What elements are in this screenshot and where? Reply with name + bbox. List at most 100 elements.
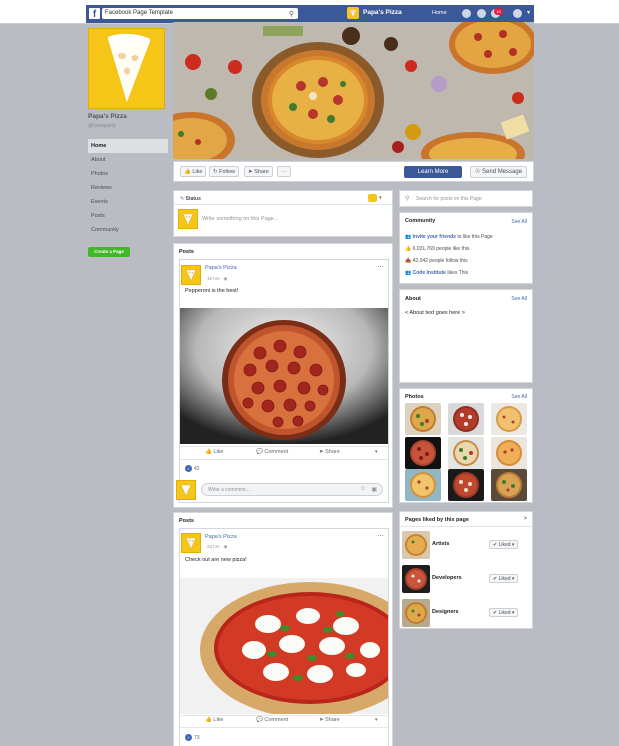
follows-count: 42,042 people follow this xyxy=(412,258,468,264)
post-2-likes-count[interactable]: 73 xyxy=(194,735,200,741)
account-menu-chevron-icon[interactable]: ▾ xyxy=(527,9,530,16)
notification-badge: 10 xyxy=(494,8,503,15)
developers-thumb[interactable] xyxy=(402,565,430,593)
follow-icon: ↻ xyxy=(213,169,218,175)
post-2-share-icon: ➤ xyxy=(319,717,324,723)
post-1-avatar[interactable] xyxy=(181,265,201,285)
photo-thumb-3[interactable] xyxy=(491,403,527,435)
post-2-share-button[interactable]: ➤ Share xyxy=(319,717,340,723)
sticker-icon[interactable]: ▣ xyxy=(371,486,377,493)
photo-thumb-4[interactable] xyxy=(405,437,441,469)
profile-shortcut[interactable]: Papa's Pizza xyxy=(347,7,402,19)
developers-name[interactable]: Developers xyxy=(432,575,462,581)
post-1-author[interactable]: Papa's Pizza xyxy=(205,265,237,271)
post-1-like-button[interactable]: 👍 Like xyxy=(205,449,223,455)
post-2-time[interactable]: 23 hrs · ◉ xyxy=(207,544,227,550)
post-1-like-label: Like xyxy=(213,449,224,455)
post-2-like-button[interactable]: 👍 Like xyxy=(205,717,223,723)
post-2-reaction-icon[interactable]: ✓ xyxy=(185,734,192,741)
post-2-options-icon[interactable]: ⋯ xyxy=(377,532,384,540)
nav-reviews[interactable]: Reviews xyxy=(88,181,168,195)
identity-chevron-icon[interactable]: ▾ xyxy=(379,195,382,201)
post-1-options-icon[interactable]: ⋯ xyxy=(377,263,384,271)
status-tab[interactable]: ✎ Status xyxy=(180,196,201,202)
post-2-time-text: 23 hrs xyxy=(207,544,220,549)
nav-photos[interactable]: Photos xyxy=(88,167,168,181)
photo-thumb-1[interactable] xyxy=(405,403,441,435)
post-1-reaction-icon[interactable]: ✓ xyxy=(185,465,192,472)
designers-thumb[interactable] xyxy=(402,599,430,627)
photo-thumb-5[interactable] xyxy=(448,437,484,469)
search-posts-input[interactable]: Search for posts on this Page xyxy=(416,196,482,202)
nav-home[interactable]: Home xyxy=(88,139,168,153)
global-search-value: Facebook Page Template xyxy=(105,10,173,16)
cover-photo[interactable] xyxy=(173,22,534,159)
designers-liked-button[interactable]: ✔ Liked ▾ xyxy=(489,608,519,617)
send-message-button[interactable]: ☉ Send Message xyxy=(470,166,527,178)
search-icon[interactable]: ⚲ xyxy=(289,9,294,20)
post-1-share-button[interactable]: ➤ Share xyxy=(319,449,340,455)
search-posts-box[interactable]: ⚲ Search for posts on this Page xyxy=(399,190,533,207)
photo-thumb-2[interactable] xyxy=(448,403,484,435)
share-page-button[interactable]: ➤ Share xyxy=(244,166,273,177)
developers-liked-button[interactable]: ✔ Liked ▾ xyxy=(489,574,519,583)
post-2-image[interactable] xyxy=(180,578,388,714)
share-page-label: Share xyxy=(254,169,269,175)
post-1-time[interactable]: 19 hrs · ◉ xyxy=(207,276,227,282)
comment-input[interactable]: Write a comment... ☺ ▣ xyxy=(201,483,383,496)
post-1-divider-2 xyxy=(180,459,388,460)
artists-name[interactable]: Artists xyxy=(432,541,449,547)
pages-liked-divider xyxy=(400,526,532,527)
nav-about[interactable]: About xyxy=(88,153,168,167)
post-1-image[interactable] xyxy=(180,308,388,444)
post-1-share-menu-icon[interactable]: ▾ xyxy=(375,449,378,455)
post-2-avatar[interactable] xyxy=(181,533,201,553)
designers-name[interactable]: Designers xyxy=(432,609,459,615)
post-2-author[interactable]: Papa's Pizza xyxy=(205,534,237,540)
pages-liked-chevron-icon[interactable]: > xyxy=(523,516,527,522)
learn-more-button[interactable]: Learn More xyxy=(404,166,462,178)
artists-liked-button[interactable]: ✔ Liked ▾ xyxy=(489,540,519,549)
create-page-button[interactable]: Create a Page xyxy=(88,247,130,257)
post-1-comment-button[interactable]: 💬 Comment xyxy=(256,449,288,455)
comment-avatar xyxy=(176,480,196,500)
code-institute-link[interactable]: Code Institute xyxy=(413,270,446,276)
post-2-comment-button[interactable]: 💬 Comment xyxy=(256,717,288,723)
page-profile-picture[interactable] xyxy=(88,28,165,109)
posts-section-title-1: Posts xyxy=(179,249,194,255)
help-icon[interactable] xyxy=(513,9,522,18)
friends-icon: 👥 xyxy=(405,270,412,276)
nav-posts[interactable]: Posts xyxy=(88,209,168,223)
more-options-button[interactable]: ··· xyxy=(277,166,291,177)
follow-page-label: Follow xyxy=(219,169,236,175)
artists-thumb[interactable] xyxy=(402,531,430,559)
composer-identity-avatar[interactable] xyxy=(368,194,377,202)
like-page-button[interactable]: 👍 Like xyxy=(180,166,207,177)
follow-page-button[interactable]: ↻ Follow xyxy=(209,166,240,177)
photo-thumb-6[interactable] xyxy=(491,437,527,469)
photo-thumb-8[interactable] xyxy=(448,469,484,501)
page-name[interactable]: Papa's Pizza xyxy=(88,113,168,120)
global-search-input[interactable]: Facebook Page Template ⚲ xyxy=(102,8,298,19)
post-1-likes-count[interactable]: 42 xyxy=(194,466,200,472)
post-1-share-label: Share xyxy=(325,449,340,455)
nav-community[interactable]: Community xyxy=(88,223,168,237)
post-1-comment-label: Comment xyxy=(264,449,289,455)
photo-thumb-9[interactable] xyxy=(491,469,527,501)
nav-events[interactable]: Events xyxy=(88,195,168,209)
top-home-link[interactable]: Home xyxy=(432,8,447,19)
post-2-share-menu-icon[interactable]: ▾ xyxy=(375,717,378,723)
about-see-all[interactable]: See All xyxy=(511,296,527,302)
messenger-icon[interactable] xyxy=(477,9,486,18)
friend-requests-icon[interactable] xyxy=(462,9,471,18)
photo-thumb-7[interactable] xyxy=(405,469,441,501)
community-see-all[interactable]: See All xyxy=(511,219,527,225)
facebook-logo-icon[interactable]: f xyxy=(89,8,100,20)
likes-row: 👍 6,031,769 people like this xyxy=(405,246,469,252)
invite-link[interactable]: Invite your friends xyxy=(413,234,456,240)
page-nav: Home About Photos Reviews Events Posts C… xyxy=(88,139,168,237)
emoji-icon[interactable]: ☺ xyxy=(360,486,366,492)
photos-card: Photos See All xyxy=(399,388,533,503)
photos-see-all[interactable]: See All xyxy=(511,394,527,400)
composer-input[interactable]: Write something on this Page... xyxy=(202,216,278,222)
